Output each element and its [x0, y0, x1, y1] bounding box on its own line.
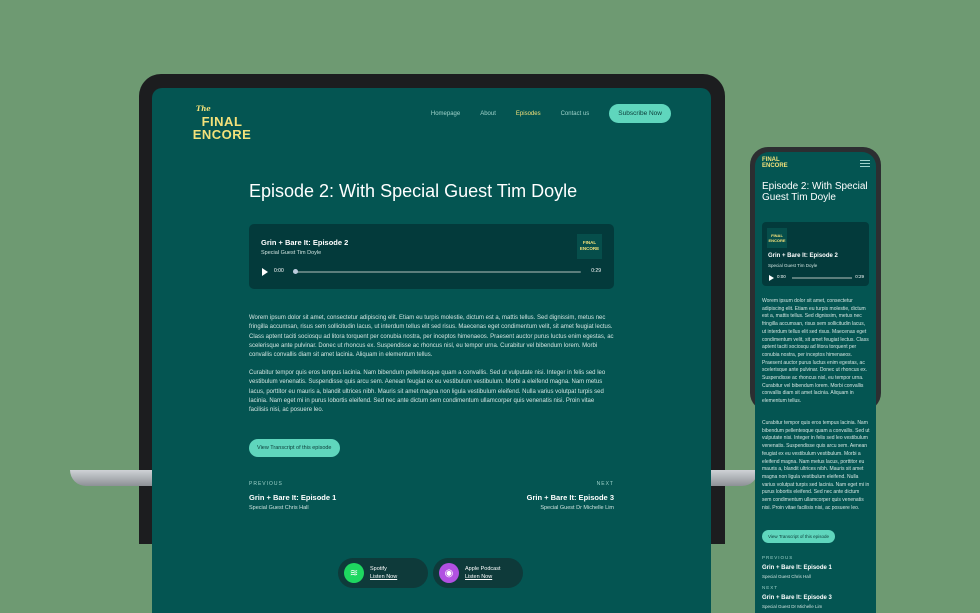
current-time: 0:00 — [274, 268, 284, 274]
mobile-player-title: Grin + Bare It: Episode 2 — [768, 253, 838, 259]
mobile-progress-bar[interactable] — [792, 277, 852, 279]
previous-label: PREVIOUS — [249, 481, 283, 487]
next-episode-link[interactable]: Grin + Bare It: Episode 3 — [527, 493, 614, 502]
nav-episodes[interactable]: Episodes — [516, 111, 541, 117]
spotify-listen-link[interactable]: Listen Now — [370, 573, 397, 581]
mobile-next-guest: Special Guest Dr Michelle Lim — [762, 604, 823, 609]
progress-bar[interactable] — [293, 271, 581, 273]
mobile-body-paragraph-1: Worem ipsum dolor sit amet, consectetur … — [762, 298, 869, 405]
main-nav: Homepage About Episodes Contact us Subsc… — [431, 104, 671, 123]
progress-knob[interactable] — [293, 269, 298, 274]
body-paragraph-1: Worem ipsum dolor sit amet, consectetur … — [249, 315, 614, 359]
desktop-screen: The FINAL ENCORE Homepage About Episodes… — [152, 88, 711, 613]
previous-episode-link[interactable]: Grin + Bare It: Episode 1 — [249, 493, 336, 502]
mobile-previous-guest: Special Guest Chris Hall — [762, 574, 811, 579]
next-guest: Special Guest Dr Michelle Lim — [540, 505, 614, 511]
apple-listen-link[interactable]: Listen Now — [465, 573, 500, 581]
spotify-card[interactable]: ≋ Spotify Listen Now — [338, 558, 428, 588]
next-label: NEXT — [596, 481, 614, 487]
episode-title: Episode 2: With Special Guest Tim Doyle — [249, 181, 578, 201]
mobile-screen: FINAL ENCORE Episode 2: With Special Gue… — [755, 152, 876, 613]
player-title: Grin + Bare It: Episode 2 — [261, 238, 349, 247]
nav-about[interactable]: About — [480, 111, 496, 117]
player-subtitle: Special Guest Tim Doyle — [261, 250, 322, 256]
play-icon[interactable] — [262, 268, 268, 276]
mobile-current-time: 0:00 — [777, 274, 786, 279]
mobile-player-subtitle: Special Guest Tim Doyle — [768, 263, 818, 268]
mobile-previous-episode-link[interactable]: Grin + Bare It: Episode 1 — [762, 565, 832, 571]
mobile-previous-label: PREVIOUS — [762, 555, 794, 560]
mobile-duration: 0:29 — [855, 274, 864, 279]
hamburger-menu-icon[interactable] — [860, 160, 870, 167]
site-logo[interactable]: The FINAL ENCORE — [190, 102, 254, 141]
nav-homepage[interactable]: Homepage — [431, 111, 460, 117]
previous-guest: Special Guest Chris Hall — [249, 505, 309, 511]
audio-player: Grin + Bare It: Episode 2 Special Guest … — [249, 224, 614, 289]
nav-contact[interactable]: Contact us — [561, 111, 590, 117]
mobile-logo[interactable]: FINAL ENCORE — [762, 157, 788, 169]
body-paragraph-2: Curabitur tempor quis eros tempus lacini… — [249, 370, 606, 414]
spotify-name: Spotify — [370, 566, 387, 572]
mobile-podcast-artwork: FINAL ENCORE — [767, 228, 787, 248]
mobile-next-episode-link[interactable]: Grin + Bare It: Episode 3 — [762, 595, 832, 601]
mobile-episode-title: Episode 2: With Special Guest Tim Doyle — [762, 181, 868, 203]
podcast-artwork: FINAL ENCORE — [577, 234, 602, 259]
mobile-audio-player: FINAL ENCORE Grin + Bare It: Episode 2 S… — [762, 222, 869, 286]
duration: 0:29 — [591, 268, 601, 274]
view-transcript-button[interactable]: View Transcript of this episode — [249, 439, 340, 457]
mobile-view-transcript-button[interactable]: View Transcript of this episode — [762, 530, 835, 543]
spotify-icon: ≋ — [344, 563, 364, 583]
subscribe-button[interactable]: Subscribe Now — [609, 104, 671, 123]
mobile-next-label: NEXT — [762, 585, 779, 590]
apple-podcast-icon: ◉ — [439, 563, 459, 583]
mobile-body-paragraph-2: Curabitur tempor quis eros tempus lacini… — [762, 420, 870, 511]
mobile-play-icon[interactable] — [769, 275, 774, 281]
apple-podcast-name: Apple Podcast — [465, 566, 501, 572]
apple-podcast-card[interactable]: ◉ Apple Podcast Listen Now — [433, 558, 523, 588]
